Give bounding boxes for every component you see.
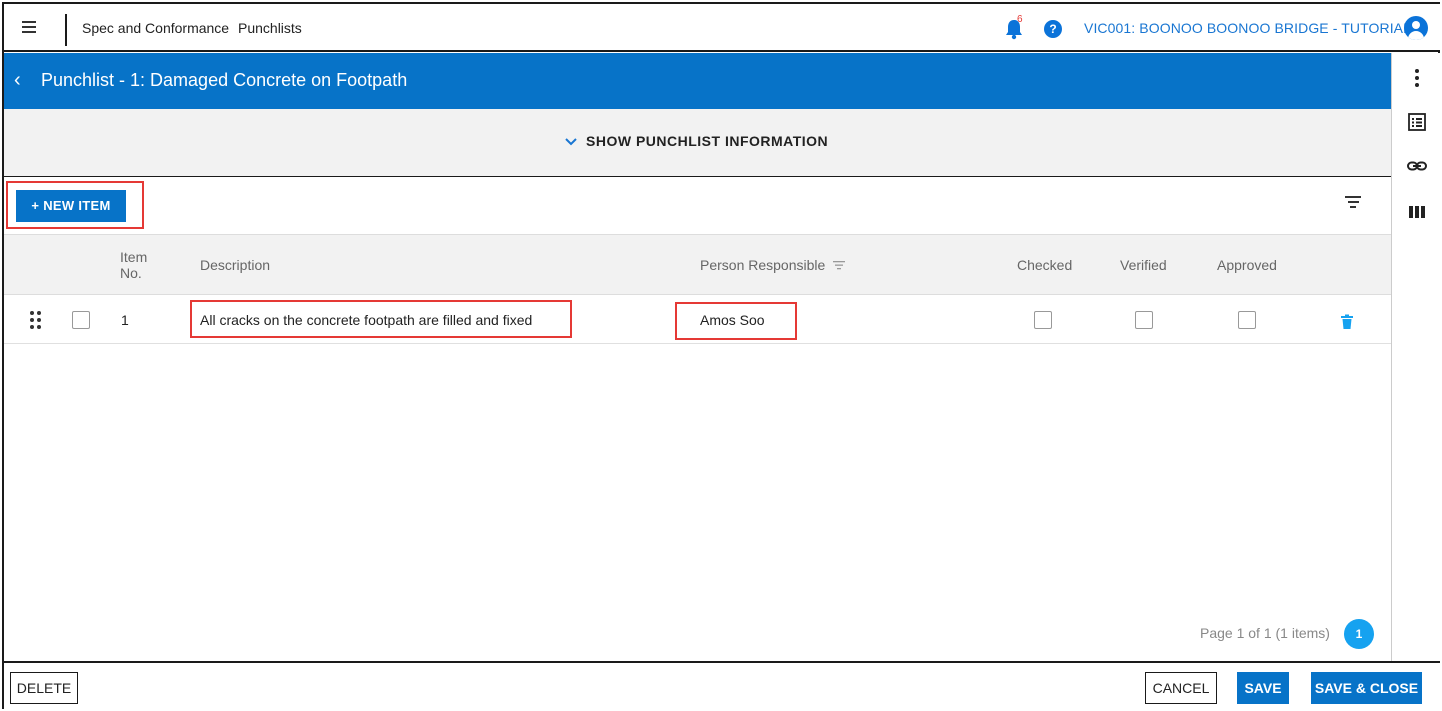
header-checked[interactable]: Checked (1017, 257, 1072, 273)
account-circle-icon[interactable] (1404, 16, 1428, 40)
new-item-button[interactable]: + NEW ITEM (16, 190, 126, 222)
verified-checkbox[interactable] (1135, 311, 1153, 329)
page-1-button[interactable]: 1 (1344, 619, 1374, 649)
trash-icon[interactable] (1340, 314, 1354, 330)
top-bar: Spec and Conformance Punchlists 6 ? VIC0… (4, 4, 1440, 52)
header-person-responsible-label: Person Responsible (700, 257, 826, 273)
breadcrumb-page[interactable]: Punchlists (238, 20, 302, 36)
link-icon[interactable] (1406, 155, 1428, 177)
cancel-button[interactable]: CANCEL (1145, 672, 1217, 704)
filter-icon[interactable] (1344, 196, 1362, 212)
back-chevron-icon[interactable]: ‹ (14, 69, 21, 91)
hamburger-menu-icon[interactable] (22, 18, 40, 36)
list-details-icon[interactable] (1406, 111, 1428, 133)
right-action-rail (1391, 53, 1440, 661)
approved-checkbox[interactable] (1238, 311, 1256, 329)
project-selector[interactable]: VIC001: BOONOO BOONOO BRIDGE - TUTORIAL (1084, 20, 1411, 36)
breadcrumb-module[interactable]: Spec and Conformance (82, 20, 229, 36)
column-filter-icon[interactable] (833, 260, 846, 270)
table-header: Item No. Description Person Responsible … (4, 234, 1391, 295)
help-circle-icon[interactable]: ? (1044, 20, 1062, 38)
punchlist-info-band: SHOW PUNCHLIST INFORMATION (4, 109, 1391, 177)
more-vertical-icon[interactable] (1406, 67, 1428, 89)
pagination-info: Page 1 of 1 (1 items) (1200, 625, 1330, 641)
show-info-label: SHOW PUNCHLIST INFORMATION (586, 133, 829, 149)
header-verified[interactable]: Verified (1120, 257, 1167, 273)
header-person-responsible[interactable]: Person Responsible (700, 257, 846, 273)
checked-checkbox[interactable] (1034, 311, 1052, 329)
columns-icon[interactable] (1406, 201, 1428, 223)
row-select-checkbox[interactable] (72, 311, 90, 329)
header-description[interactable]: Description (200, 257, 270, 273)
notification-count-badge: 6 (1017, 14, 1023, 25)
row-person-responsible[interactable]: Amos Soo (700, 312, 765, 328)
save-and-close-button[interactable]: SAVE & CLOSE (1311, 672, 1422, 704)
footer-actions: DELETE CANCEL SAVE SAVE & CLOSE (4, 661, 1440, 709)
header-item-no[interactable]: Item No. (120, 249, 160, 281)
save-button[interactable]: SAVE (1237, 672, 1289, 704)
page-title: Punchlist - 1: Damaged Concrete on Footp… (41, 70, 408, 90)
header-divider (65, 14, 67, 46)
drag-handle-icon[interactable] (30, 311, 42, 329)
row-description[interactable]: All cracks on the concrete footpath are … (200, 312, 532, 328)
header-approved[interactable]: Approved (1217, 257, 1277, 273)
row-item-no: 1 (121, 312, 129, 328)
chevron-down-icon (565, 138, 577, 146)
title-bar: ‹ Punchlist - 1: Damaged Concrete on Foo… (4, 53, 1391, 109)
table-row[interactable]: 1 All cracks on the concrete footpath ar… (4, 296, 1391, 344)
show-punchlist-info-toggle[interactable]: SHOW PUNCHLIST INFORMATION (564, 133, 828, 149)
delete-button[interactable]: DELETE (10, 672, 78, 704)
